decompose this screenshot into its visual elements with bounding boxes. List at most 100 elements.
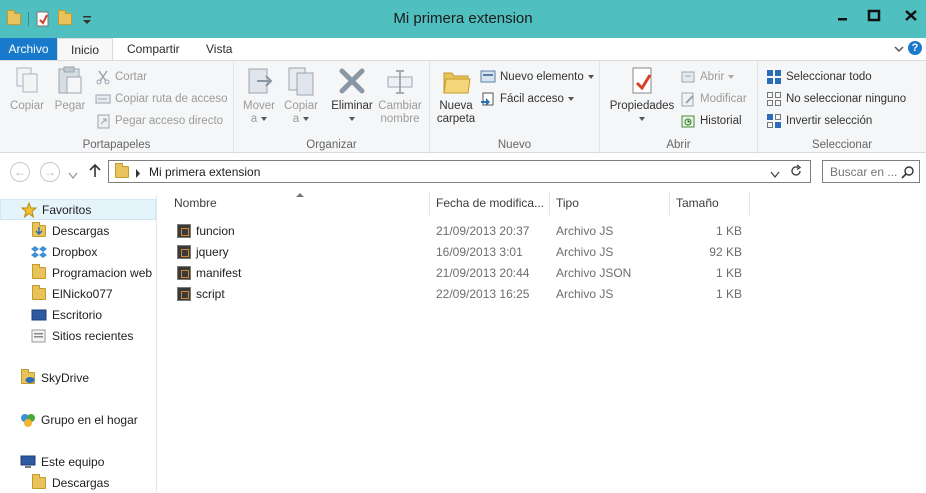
move-label: Mover [243,100,275,112]
file-row[interactable]: script 22/09/2013 16:25 Archivo JS 1 KB [170,284,750,305]
rename-label: Cambiar [378,100,422,112]
move-label-2: a [250,113,258,125]
chevron-down-icon[interactable] [770,168,780,182]
sidebar-item-skydrive[interactable]: SkyDrive [0,367,156,388]
rename-button[interactable]: Cambiar nombre [378,65,422,126]
tab-view[interactable]: Vista [196,38,242,60]
move-to-button[interactable]: Mover a [240,65,278,126]
search-box[interactable] [822,160,920,183]
easy-access-button[interactable]: Fácil acceso [480,89,574,109]
chevron-down-icon[interactable] [894,43,904,53]
file-name: manifest [196,266,242,280]
tab-share[interactable]: Compartir [117,38,190,60]
maximize-button[interactable] [862,7,886,25]
file-name: funcion [196,224,235,238]
select-all-button[interactable]: Seleccionar todo [766,67,872,87]
column-header-name[interactable]: Nombre [168,191,430,215]
history-button[interactable]: Historial [680,111,742,131]
copy-path-button[interactable]: Copiar ruta de acceso [95,89,228,109]
sidebar-item-label: ElNicko077 [52,286,113,301]
copy-to-label: Copiar [284,100,318,112]
breadcrumb-arrow-icon[interactable] [135,167,141,181]
breadcrumb[interactable]: Mi primera extension [149,165,260,179]
rename-icon [384,65,416,97]
sidebar-item-label: SkyDrive [41,370,90,385]
copy-button[interactable]: Copiar [8,65,46,113]
paste-button[interactable]: Pegar [52,65,88,113]
file-row[interactable]: jquery 16/09/2013 3:01 Archivo JS 92 KB [170,242,750,263]
sidebar-item-recent-places[interactable]: Sitios recientes [0,325,156,346]
copy-to-icon [285,65,317,97]
copy-label: Copiar [10,100,44,112]
sidebar-item-label: Descargas [52,223,110,238]
search-input[interactable] [830,162,902,182]
sidebar-item-favorites[interactable]: Favoritos [0,199,156,220]
copy-path-label: Copiar ruta de acceso [115,93,228,105]
skydrive-folder-icon [20,368,36,386]
column-header-type[interactable]: Tipo [550,191,670,215]
sidebar-item-this-pc[interactable]: Este equipo [0,451,156,472]
cut-button[interactable]: Cortar [95,67,147,87]
copy-to-button[interactable]: Copiar a [282,65,320,126]
easy-access-icon [480,91,496,107]
close-button[interactable] [897,7,925,25]
js-file-icon [177,224,191,238]
computer-icon [20,454,36,470]
column-header-date[interactable]: Fecha de modifica... [430,191,550,215]
file-type: Archivo JSON [556,266,632,280]
sidebar-item-label: Dropbox [52,244,98,259]
open-button[interactable]: Abrir [680,67,735,87]
file-size: 1 KB [715,266,742,280]
properties-label: Propiedades [609,100,675,112]
column-header-size[interactable]: Tamaño [670,191,750,215]
sidebar-item-label: Favoritos [42,202,92,217]
file-type: Archivo JS [556,287,614,301]
column-label: Tamaño [676,196,719,210]
invert-selection-label: Invertir selección [786,115,873,127]
copy-icon [11,65,43,97]
rename-label-2: nombre [380,113,420,125]
refresh-icon[interactable] [789,164,803,181]
up-arrow-icon[interactable] [88,163,102,182]
sidebar-item-pc-downloads[interactable]: Descargas [0,472,156,493]
edit-button[interactable]: Modificar [680,89,747,109]
file-date: 16/09/2013 3:01 [436,245,523,259]
file-row[interactable]: funcion 21/09/2013 20:37 Archivo JS 1 KB [170,221,750,242]
sidebar-item-desktop[interactable]: Escritorio [0,304,156,325]
select-none-button[interactable]: No seleccionar ninguno [766,89,906,109]
sidebar-item-elnicko077[interactable]: ElNicko077 [0,283,156,304]
minimize-button[interactable] [831,7,855,25]
sidebar-item-programacion-web[interactable]: Programacion web [0,262,156,283]
paste-shortcut-button[interactable]: Pegar acceso directo [95,111,223,131]
sidebar-item-downloads[interactable]: Descargas [0,220,156,241]
downloads-folder-icon [31,221,47,239]
column-label: Nombre [174,196,217,210]
paste-shortcut-icon [95,113,111,129]
sidebar-item-label: Este equipo [41,454,105,469]
address-bar[interactable]: Mi primera extension [108,160,811,183]
title-bar: Mi primera extension [0,0,926,38]
search-icon[interactable] [901,165,915,182]
new-item-button[interactable]: Nuevo elemento [480,67,594,87]
recent-locations-chevron-icon[interactable] [68,169,78,183]
file-row[interactable]: manifest 21/09/2013 20:44 Archivo JSON 1… [170,263,750,284]
copy-to-label-2: a [292,113,300,125]
file-name: jquery [196,245,229,259]
new-folder-button[interactable]: Nueva carpeta [434,65,478,126]
help-icon[interactable]: ? [908,41,922,55]
forward-button[interactable]: → [40,162,60,182]
new-item-label: Nuevo elemento [500,71,584,83]
invert-selection-button[interactable]: Invertir selección [766,111,872,131]
downloads-folder-icon [31,473,47,491]
tab-home[interactable]: Inicio [57,38,113,60]
back-button[interactable]: ← [10,162,30,182]
new-item-icon [480,69,496,85]
properties-icon [626,65,658,97]
js-file-icon [177,287,191,301]
properties-button[interactable]: Propiedades [606,65,678,126]
sidebar-item-dropbox[interactable]: Dropbox [0,241,156,262]
open-label: Abrir [700,71,725,83]
tab-file[interactable]: Archivo [0,38,57,60]
sidebar-item-homegroup[interactable]: Grupo en el hogar [0,409,156,430]
delete-button[interactable]: Eliminar [330,65,374,126]
